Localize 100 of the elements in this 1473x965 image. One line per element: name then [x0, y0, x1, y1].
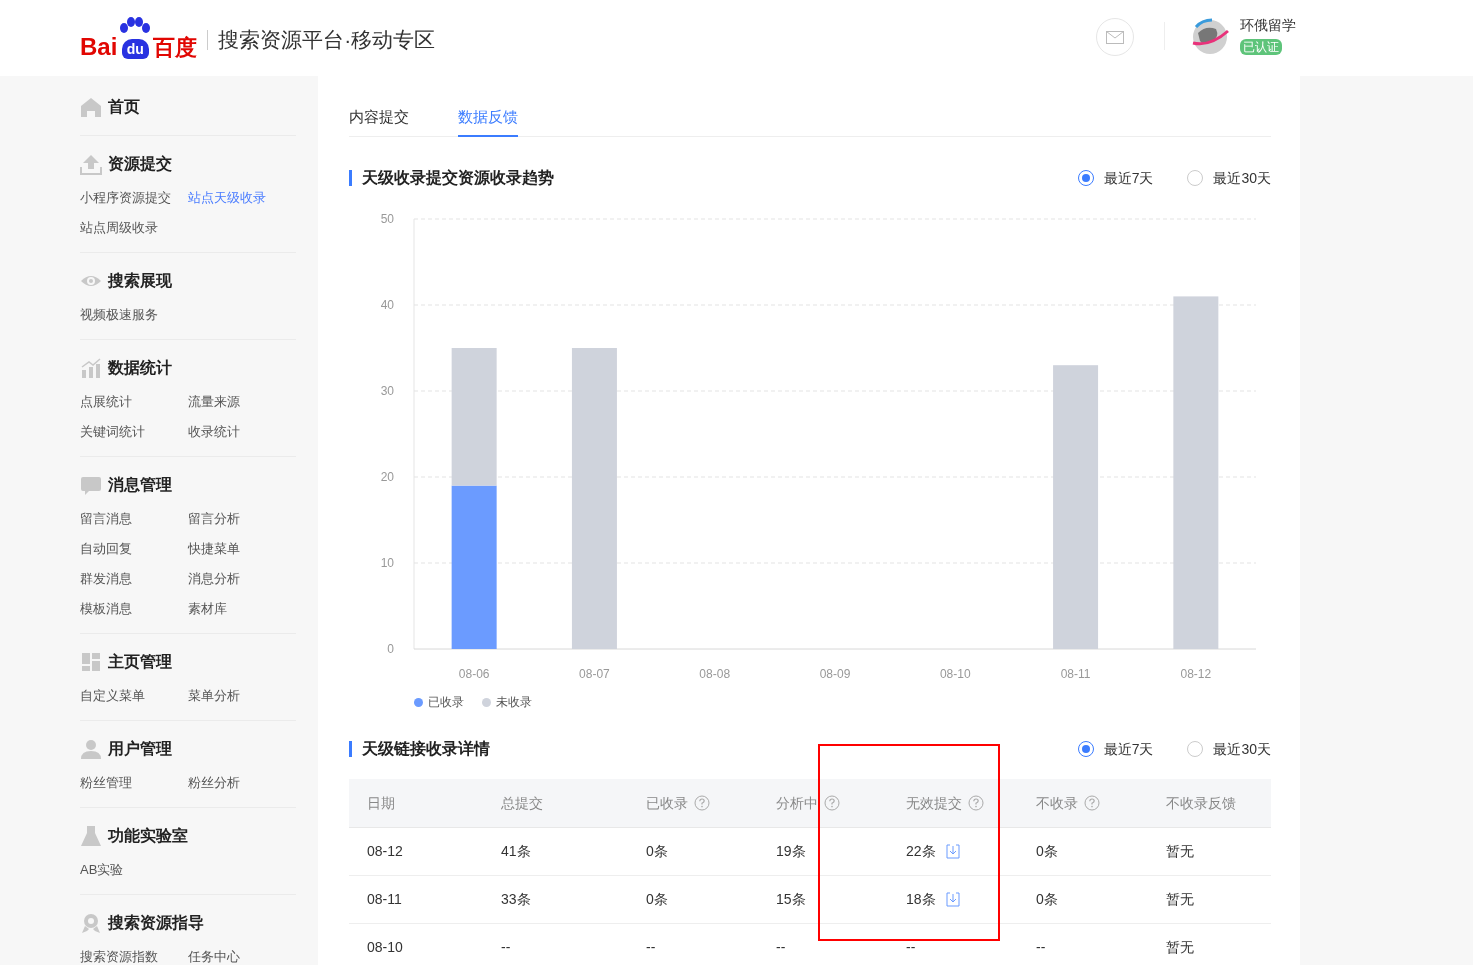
legend-label: 未收录	[496, 694, 532, 711]
section-title: 天级收录提交资源收录趋势	[362, 168, 554, 188]
paw-icon	[120, 17, 151, 33]
avatar-icon	[1190, 17, 1230, 57]
sidebar-section-link[interactable]: 数据统计	[108, 356, 172, 380]
y-tick-label: 10	[380, 556, 394, 570]
sidebar-item[interactable]: 点展统计	[80, 387, 188, 417]
sidebar-item[interactable]: 菜单分析	[188, 681, 296, 711]
x-tick-label: 08-08	[699, 667, 731, 681]
section-title: 天级链接收录详情	[362, 739, 490, 759]
column-header: 总提交	[501, 793, 543, 813]
table-cell-text: --	[1036, 938, 1046, 957]
sidebar-item[interactable]: 素材库	[188, 594, 296, 624]
table-cell-text: 0条	[1036, 842, 1058, 861]
radio-label: 最近7天	[1103, 739, 1154, 759]
column-header: 不收录	[1036, 793, 1078, 813]
column-header: 日期	[367, 793, 395, 813]
radio-label: 最近30天	[1213, 739, 1271, 759]
table-cell-text: 19条	[776, 842, 806, 861]
sidebar-section-link[interactable]: 功能实验室	[108, 824, 188, 848]
download-icon[interactable]	[945, 892, 960, 907]
y-tick-label: 50	[380, 212, 394, 226]
table-cell-text: --	[776, 938, 786, 957]
y-tick-label: 20	[380, 470, 394, 484]
sidebar-item[interactable]: 模板消息	[80, 594, 188, 624]
column-header: 无效提交	[906, 793, 962, 813]
table-cell-text: --	[646, 938, 656, 957]
sidebar-item[interactable]: 留言分析	[188, 504, 296, 534]
tab[interactable]: 数据反馈	[458, 100, 518, 137]
legend-label: 已收录	[428, 694, 464, 711]
logo-text: Bai	[80, 35, 118, 59]
verified-badge: 已认证	[1240, 39, 1282, 55]
sidebar-item[interactable]: 站点天级收录	[188, 183, 296, 213]
table-cell-text: 暂无	[1166, 890, 1194, 909]
y-tick-label: 40	[380, 298, 394, 312]
mail-icon	[1106, 30, 1124, 44]
table-cell-text: 15条	[776, 890, 806, 909]
sidebar-item[interactable]: 快捷菜单	[188, 534, 296, 564]
sidebar-section-link[interactable]: 主页管理	[108, 650, 172, 674]
x-tick-label: 08-09	[819, 667, 851, 681]
table-cell-text: 08-12	[367, 842, 403, 861]
x-tick-label: 08-11	[1060, 667, 1091, 681]
award-icon	[80, 912, 102, 934]
chat-bubble-icon	[80, 474, 102, 496]
column-header: 分析中	[776, 793, 818, 813]
table-cell-text: 0条	[646, 890, 668, 909]
table-cell-text: --	[906, 938, 916, 957]
table-cell-text: 暂无	[1166, 842, 1194, 861]
radio-label: 最近7天	[1103, 168, 1154, 188]
sidebar-item[interactable]: 粉丝分析	[188, 768, 296, 798]
flask-icon	[80, 825, 102, 847]
sidebar-section-link[interactable]: 消息管理	[108, 473, 172, 497]
sidebar-item[interactable]: 群发消息	[80, 564, 188, 594]
x-tick-label: 08-10	[939, 667, 971, 681]
download-icon[interactable]	[945, 844, 960, 859]
y-tick-label: 0	[387, 642, 394, 656]
table-cell-text: 08-11	[367, 890, 402, 909]
table-cell-text: 暂无	[1166, 938, 1194, 957]
sidebar-item[interactable]: 小程序资源提交	[80, 183, 188, 213]
user-icon	[80, 738, 102, 760]
sidebar-item[interactable]: 自动回复	[80, 534, 188, 564]
table-cell-text: 0条	[1036, 890, 1058, 909]
x-tick-label: 08-07	[579, 667, 610, 681]
user-name: 环俄留学	[1240, 16, 1296, 35]
sidebar-item[interactable]: 任务中心	[188, 942, 296, 965]
upload-icon	[80, 153, 102, 175]
sidebar-item[interactable]: 站点周级收录	[80, 213, 188, 243]
table-cell-text: 18条	[906, 890, 936, 909]
tab[interactable]: 内容提交	[349, 100, 409, 137]
sidebar-section-link[interactable]: 首页	[108, 95, 140, 119]
sidebar-section-link[interactable]: 资源提交	[108, 152, 172, 176]
sidebar-item[interactable]: 留言消息	[80, 504, 188, 534]
site-title: 搜索资源平台·移动专区	[218, 27, 436, 54]
sidebar-item[interactable]: 流量来源	[188, 387, 296, 417]
sidebar-item[interactable]: 消息分析	[188, 564, 296, 594]
layout-icon	[80, 651, 102, 673]
sidebar-item[interactable]: 收录统计	[188, 417, 296, 447]
table-cell-text: 22条	[906, 842, 936, 861]
column-header: 不收录反馈	[1166, 793, 1236, 813]
sidebar-section-link[interactable]: 用户管理	[108, 737, 172, 761]
sidebar-section-link[interactable]: 搜索资源指导	[108, 911, 204, 935]
logo-text: du	[121, 39, 149, 59]
column-header: 已收录	[646, 793, 688, 813]
home-icon	[80, 96, 102, 118]
sidebar-section-link[interactable]: 搜索展现	[108, 269, 172, 293]
table-cell-text: 08-10	[367, 938, 403, 957]
table-cell-text: 0条	[646, 842, 668, 861]
logo-text: 百度	[153, 37, 198, 59]
x-tick-label: 08-06	[458, 667, 490, 681]
radio-label: 最近30天	[1213, 168, 1271, 188]
table-cell-text: 33条	[501, 890, 531, 909]
sidebar-item[interactable]: 自定义菜单	[80, 681, 188, 711]
bar-chart-icon	[80, 357, 102, 379]
sidebar-item[interactable]: 视频极速服务	[80, 300, 188, 330]
sidebar-item[interactable]: 搜索资源指数	[80, 942, 188, 965]
sidebar-item[interactable]: AB实验	[80, 855, 188, 885]
sidebar-item[interactable]: 关键词统计	[80, 417, 188, 447]
y-tick-label: 30	[380, 384, 394, 398]
sidebar-item[interactable]: 粉丝管理	[80, 768, 188, 798]
table-cell-text: 41条	[501, 842, 531, 861]
